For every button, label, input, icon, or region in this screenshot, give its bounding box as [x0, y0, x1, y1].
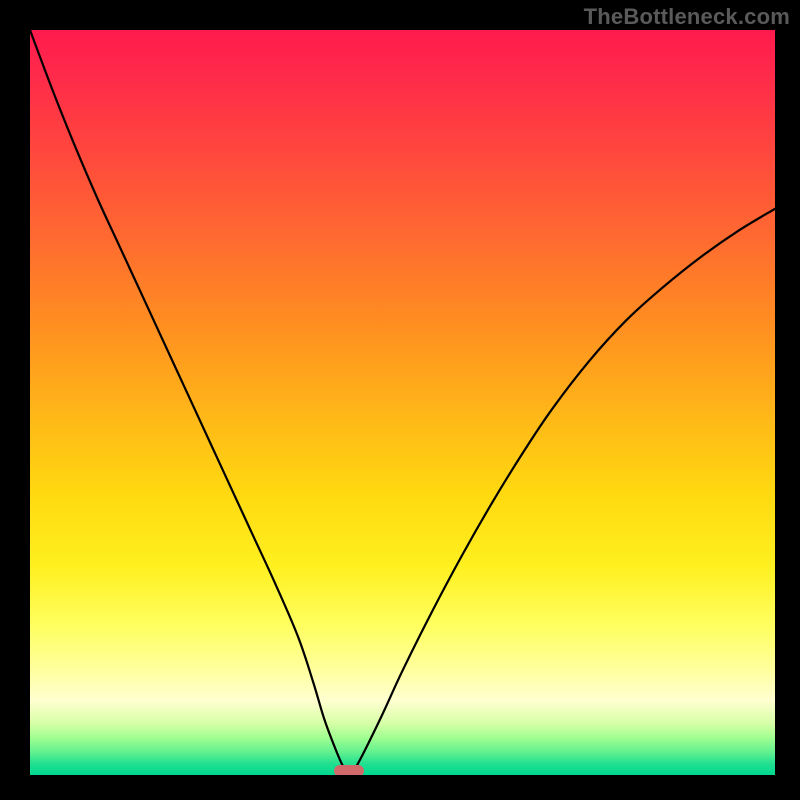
optimal-marker	[334, 765, 364, 775]
curve-layer	[30, 30, 775, 775]
chart-frame: TheBottleneck.com	[0, 0, 800, 800]
plot-area	[30, 30, 775, 775]
watermark-text: TheBottleneck.com	[584, 4, 790, 30]
bottleneck-curve	[30, 30, 775, 775]
